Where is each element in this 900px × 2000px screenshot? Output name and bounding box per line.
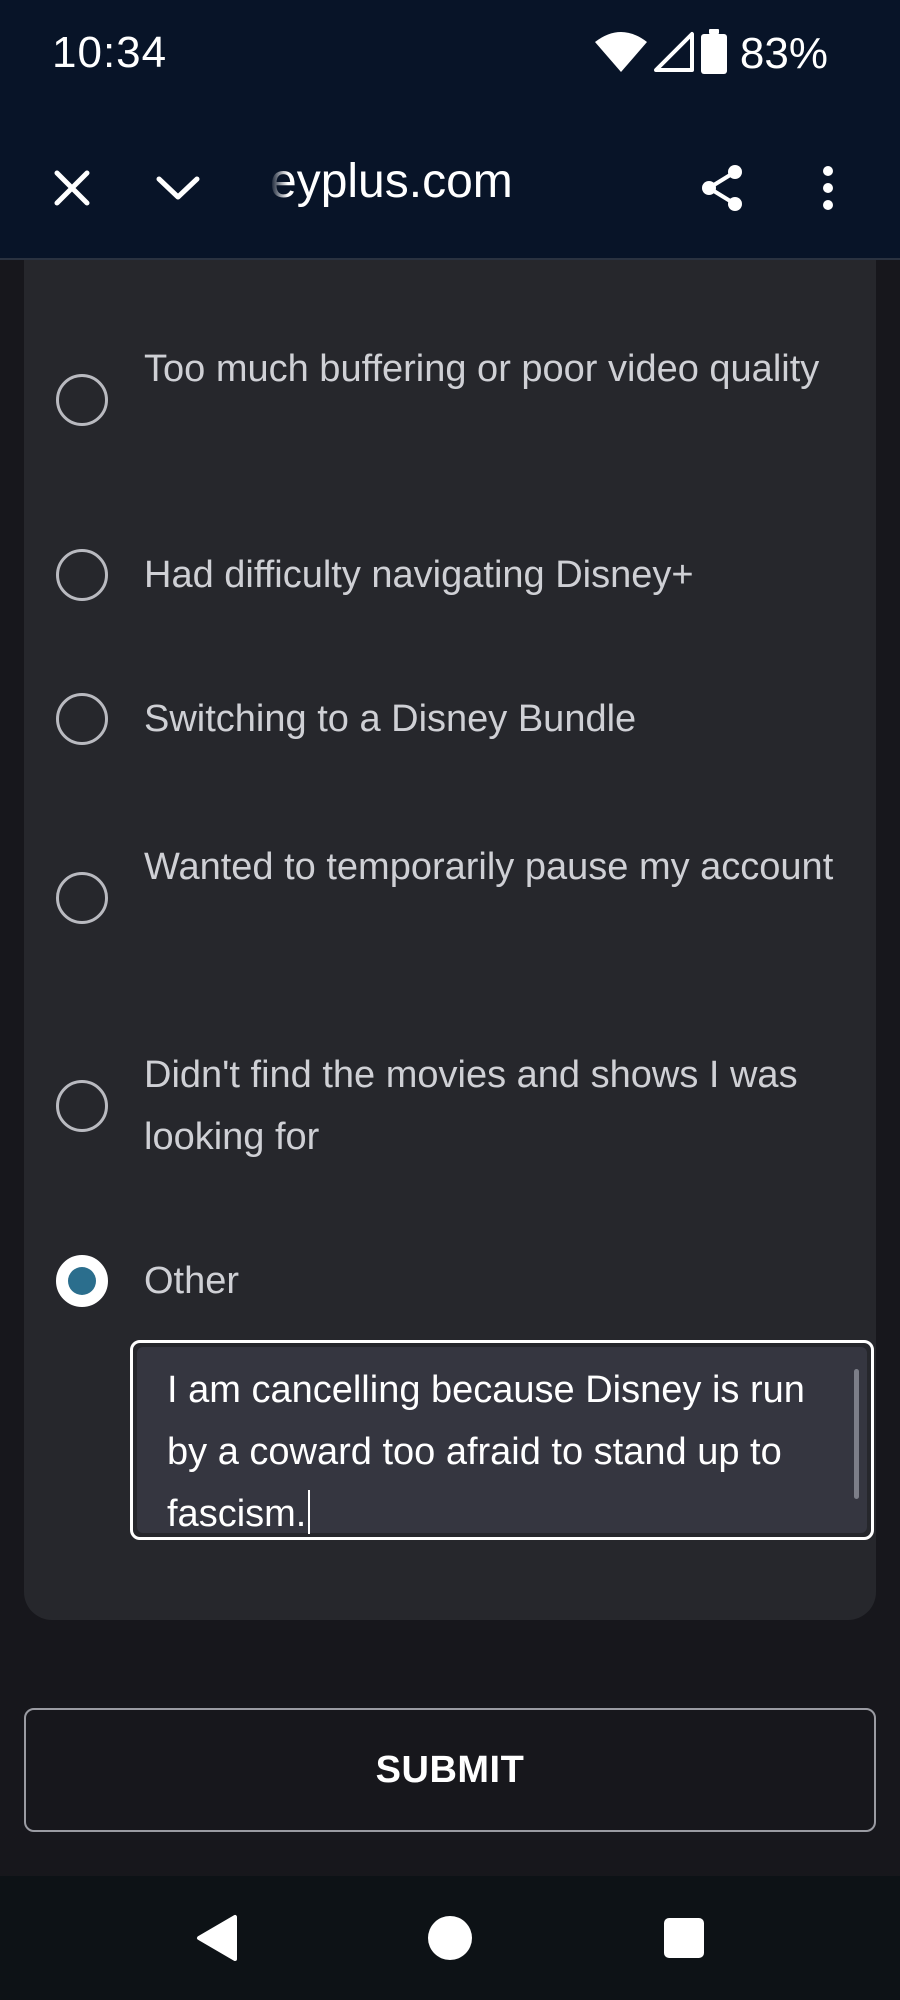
status-time: 10:34 — [52, 28, 168, 77]
status-icons: 83% — [594, 28, 828, 80]
text-caret — [308, 1490, 311, 1534]
more-vert-icon[interactable] — [798, 158, 858, 218]
textarea-scrollbar[interactable] — [854, 1369, 859, 1499]
wifi-icon — [594, 30, 648, 79]
option-bundle[interactable]: Switching to a Disney Bundle — [24, 688, 876, 750]
submit-button[interactable]: SUBMIT — [24, 1708, 876, 1832]
radio-button[interactable] — [56, 549, 108, 601]
other-reason-text: I am cancelling because Disney is run by… — [167, 1369, 805, 1535]
option-buffering[interactable]: Too much buffering or poor video quality — [24, 338, 876, 462]
back-icon[interactable] — [188, 1910, 244, 1966]
cellular-signal-icon — [653, 30, 694, 79]
url-text[interactable]: eyplus.com — [270, 154, 513, 209]
option-navigation[interactable]: Had difficulty navigating Disney+ — [24, 544, 876, 606]
battery-icon — [700, 28, 728, 80]
system-nav-bar — [0, 1876, 900, 2000]
cancel-reason-card: Too much buffering or poor video quality… — [24, 260, 876, 1620]
other-reason-textarea[interactable]: I am cancelling because Disney is run by… — [137, 1347, 867, 1535]
close-icon[interactable] — [42, 158, 102, 218]
option-pause[interactable]: Wanted to temporarily pause my account — [24, 836, 876, 960]
radio-button[interactable] — [56, 872, 108, 924]
option-label: Other — [144, 1260, 240, 1302]
other-reason-field[interactable]: I am cancelling because Disney is run by… — [130, 1340, 874, 1540]
share-icon[interactable] — [692, 158, 752, 218]
radio-button[interactable] — [56, 374, 108, 426]
option-label: Didn't find the movies and shows I was l… — [144, 1054, 798, 1158]
url-fade — [258, 156, 288, 220]
status-bar: 10:34 83% — [0, 0, 900, 116]
option-label: Wanted to temporarily pause my account — [144, 846, 834, 888]
recents-icon[interactable] — [656, 1910, 712, 1966]
radio-button[interactable] — [56, 1080, 108, 1132]
browser-toolbar: eyplus.com — [0, 116, 900, 260]
option-label: Too much buffering or poor video quality — [144, 348, 820, 390]
chevron-down-icon[interactable] — [148, 158, 208, 218]
option-label: Switching to a Disney Bundle — [144, 698, 637, 740]
battery-percent: 83% — [739, 29, 828, 78]
home-icon[interactable] — [422, 1910, 478, 1966]
radio-button[interactable] — [56, 693, 108, 745]
radio-button-selected[interactable] — [56, 1255, 108, 1307]
option-label: Had difficulty navigating Disney+ — [144, 554, 694, 596]
option-content[interactable]: Didn't find the movies and shows I was l… — [24, 1044, 876, 1168]
option-other[interactable]: Other — [24, 1250, 876, 1312]
